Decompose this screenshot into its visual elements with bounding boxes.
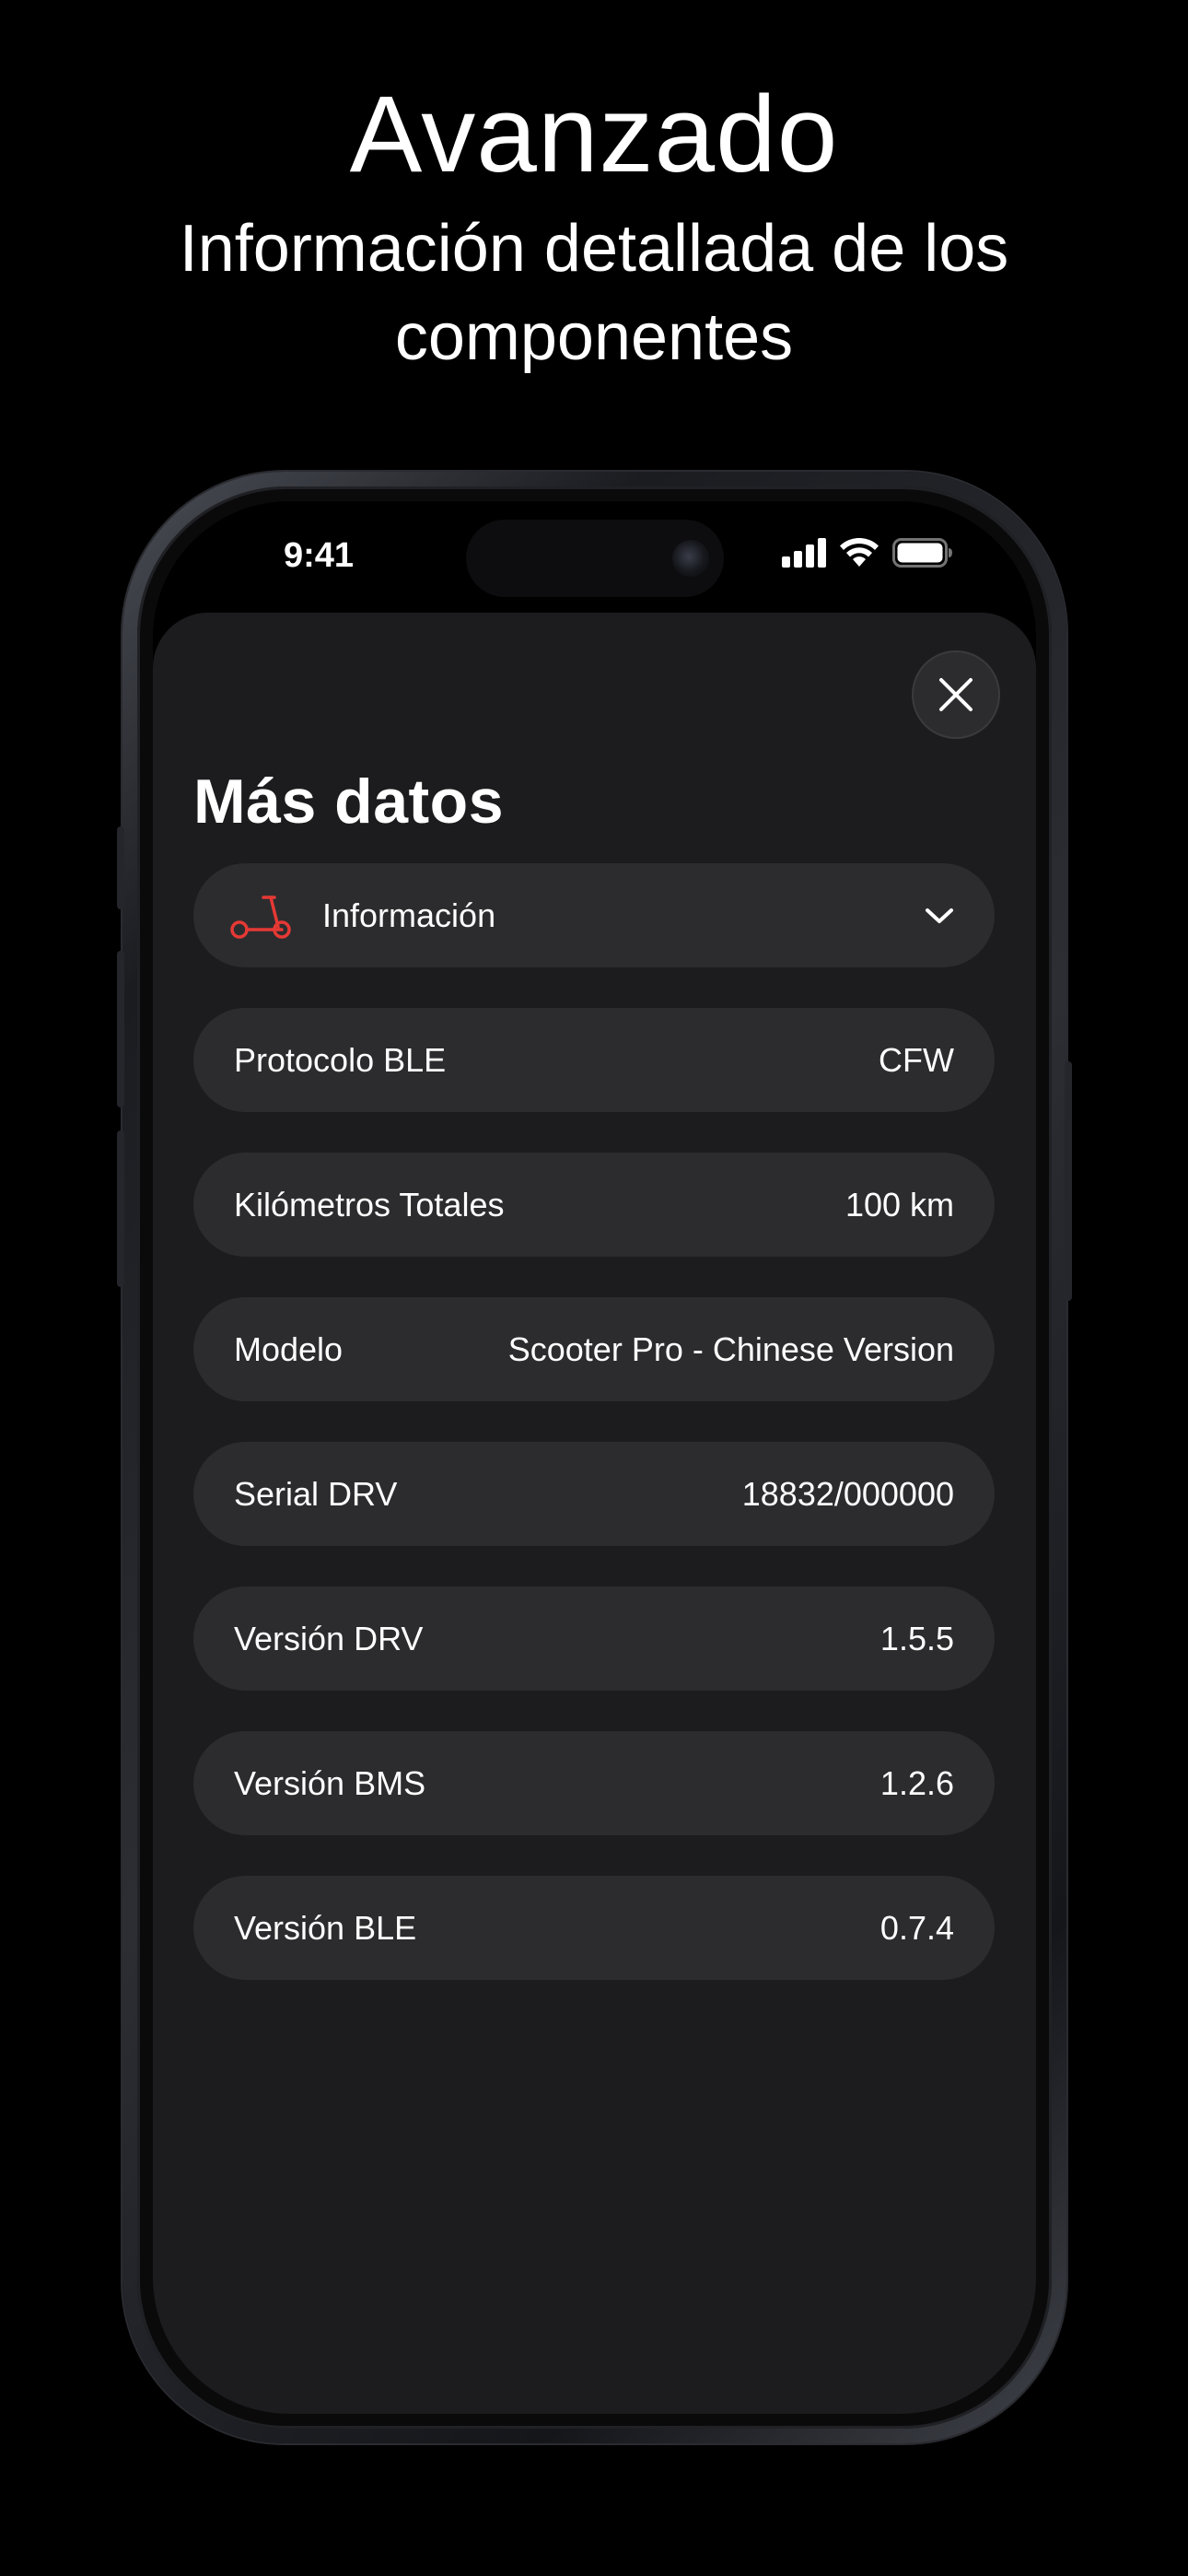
- row-version-ble: Versión BLE 0.7.4: [193, 1876, 995, 1980]
- row-label: Kilómetros Totales: [234, 1185, 505, 1224]
- scooter-icon: [230, 895, 291, 939]
- chevron-down-icon: [926, 907, 953, 923]
- phone-frame: 9:41 Más datos Información Protocolo BLE…: [117, 472, 1072, 2443]
- row-serial-drv: Serial DRV 18832/000000: [193, 1442, 995, 1546]
- row-protocolo-ble: Protocolo BLE CFW: [193, 1008, 995, 1112]
- row-value: 18832/000000: [741, 1474, 954, 1513]
- app-store-screenshot: Avanzado Información detallada de los co…: [0, 0, 1188, 2576]
- row-version-drv: Versión DRV 1.5.5: [193, 1587, 995, 1691]
- status-icons: [782, 534, 953, 571]
- info-list: Protocolo BLE CFW Kilómetros Totales 100…: [193, 1008, 995, 2020]
- volume-up-button: [117, 951, 124, 1107]
- power-button: [1065, 1061, 1072, 1301]
- cellular-signal-icon: [782, 538, 826, 568]
- row-label: Versión DRV: [234, 1619, 424, 1657]
- status-time: 9:41: [283, 536, 355, 575]
- row-modelo: Modelo Scooter Pro - Chinese Version: [193, 1297, 995, 1401]
- headline: Avanzado: [349, 74, 839, 195]
- more-data-sheet: Más datos Información Protocolo BLE CFW …: [153, 613, 1036, 2414]
- row-value: Scooter Pro - Chinese Version: [507, 1329, 954, 1368]
- row-value: 1.2.6: [879, 1763, 954, 1802]
- row-label: Versión BMS: [234, 1763, 426, 1802]
- sheet-title: Más datos: [193, 767, 505, 837]
- row-value: 100 km: [844, 1185, 954, 1224]
- subheadline: Información detallada de los componentes: [179, 212, 1009, 374]
- row-label: Protocolo BLE: [234, 1040, 447, 1079]
- row-label: Serial DRV: [234, 1474, 398, 1513]
- close-button[interactable]: [912, 650, 1000, 739]
- camera-icon: [672, 540, 709, 577]
- volume-down-button: [117, 1130, 124, 1287]
- row-label: Modelo: [234, 1329, 344, 1368]
- info-dropdown[interactable]: Información: [193, 863, 995, 967]
- row-value: 0.7.4: [879, 1908, 954, 1947]
- battery-icon: [892, 538, 952, 568]
- phone-screen: 9:41 Más datos Información Protocolo BLE…: [153, 501, 1036, 2414]
- row-label: Versión BLE: [234, 1908, 417, 1947]
- row-kilometros-totales: Kilómetros Totales 100 km: [193, 1153, 995, 1257]
- action-button: [117, 826, 124, 909]
- dropdown-label: Información: [322, 896, 496, 934]
- dynamic-island: [466, 520, 724, 597]
- wifi-icon: [840, 538, 879, 567]
- close-icon: [939, 678, 973, 711]
- row-version-bms: Versión BMS 1.2.6: [193, 1731, 995, 1835]
- row-value: 1.5.5: [879, 1619, 954, 1657]
- row-value: CFW: [879, 1040, 954, 1079]
